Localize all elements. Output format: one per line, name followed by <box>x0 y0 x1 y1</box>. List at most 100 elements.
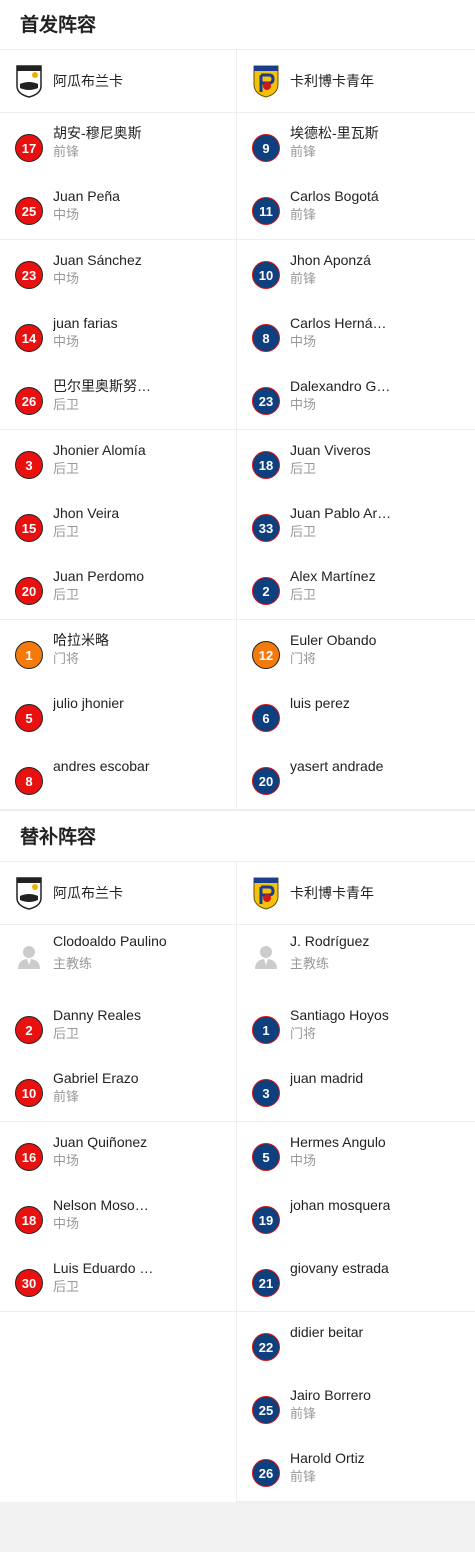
player-row[interactable]: 26 巴尔里奥斯努… 后卫 <box>0 366 236 430</box>
home-sub-list: 2 Danny Reales 后卫 10 Gabriel Erazo 前锋 16 Juan Q… <box>0 995 236 1312</box>
player-row[interactable]: 19 johan mosquera <box>237 1185 475 1248</box>
player-name: Gabriel Erazo <box>53 1070 139 1086</box>
player-row[interactable]: 25 Juan Peña 中场 <box>0 176 236 240</box>
player-name: Jhon Veira <box>53 505 120 521</box>
player-row[interactable]: 6 luis perez <box>237 683 475 746</box>
player-name: Juan Peña <box>53 188 120 204</box>
player-row[interactable]: 5 julio jhonier <box>0 683 236 746</box>
player-row[interactable]: 26 Harold Ortiz 前锋 <box>237 1438 475 1502</box>
player-name: Hermes Angulo <box>290 1134 386 1150</box>
player-row[interactable]: 5 Hermes Angulo 中场 <box>237 1122 475 1185</box>
player-position: 中场 <box>53 1217 80 1232</box>
home-sub-team-header[interactable]: 阿瓜布兰卡 <box>0 862 236 925</box>
substitutes-section: 替补阵容 阿瓜布兰卡 Clodoaldo Paulino 主教练 2 Danny … <box>0 810 475 1502</box>
jersey-number-badge: 5 <box>252 1143 280 1171</box>
player-name: julio jhonier <box>53 695 124 711</box>
player-name: yasert andrade <box>290 758 384 774</box>
jersey-number-badge: 33 <box>252 514 280 542</box>
jersey-number-badge: 5 <box>15 704 43 732</box>
player-position: 前锋 <box>53 1090 80 1105</box>
player-position: 后卫 <box>53 525 80 540</box>
player-name: Juan Sánchez <box>53 252 142 268</box>
jersey-number-badge: 19 <box>252 1206 280 1234</box>
player-name: andres escobar <box>53 758 150 774</box>
home-coach-row[interactable]: Clodoaldo Paulino 主教练 <box>0 925 236 995</box>
player-row[interactable]: 30 Luis Eduardo … 后卫 <box>0 1248 236 1312</box>
home-coach-role: 主教练 <box>53 957 93 972</box>
player-row[interactable]: 8 Carlos Herná… 中场 <box>237 303 475 366</box>
away-team-header[interactable]: 卡利博卡青年 <box>237 50 475 113</box>
substitutes-title: 替补阵容 <box>0 810 475 862</box>
jersey-number-badge: 20 <box>15 577 43 605</box>
substitutes-grid: 阿瓜布兰卡 Clodoaldo Paulino 主教练 2 Danny Reale… <box>0 862 475 1502</box>
player-position: 前锋 <box>53 145 80 160</box>
player-row[interactable]: 18 Nelson Moso… 中场 <box>0 1185 236 1248</box>
player-name: 哈拉米略 <box>53 632 109 648</box>
player-row[interactable]: 21 giovany estrada <box>237 1248 475 1312</box>
home-sub-team-name: 阿瓜布兰卡 <box>53 886 123 902</box>
jersey-number-badge: 16 <box>15 1143 43 1171</box>
player-name: Carlos Herná… <box>290 315 387 331</box>
player-name: Jairo Borrero <box>290 1387 371 1403</box>
player-position: 前锋 <box>290 272 317 287</box>
player-position: 中场 <box>290 398 317 413</box>
jersey-number-badge: 3 <box>252 1079 280 1107</box>
away-sub-team-header[interactable]: 卡利博卡青年 <box>237 862 475 925</box>
home-team-header[interactable]: 阿瓜布兰卡 <box>0 50 236 113</box>
starting-lineup-title: 首发阵容 <box>0 0 475 50</box>
jersey-number-badge: 6 <box>252 704 280 732</box>
player-row[interactable]: 9 埃德松-里瓦斯 前锋 <box>237 113 475 176</box>
away-team-name: 卡利博卡青年 <box>290 74 374 90</box>
player-row[interactable]: 12 Euler Obando 门将 <box>237 620 475 683</box>
player-row[interactable]: 2 Danny Reales 后卫 <box>0 995 236 1058</box>
player-row[interactable]: 33 Juan Pablo Ar… 后卫 <box>237 493 475 556</box>
player-row[interactable]: 25 Jairo Borrero 前锋 <box>237 1375 475 1438</box>
coach-avatar-icon <box>18 946 40 969</box>
jersey-number-badge: 10 <box>15 1079 43 1107</box>
player-row[interactable]: 16 Juan Quiñonez 中场 <box>0 1122 236 1185</box>
player-row[interactable]: 1 Santiago Hoyos 门将 <box>237 995 475 1058</box>
jersey-number-badge: 12 <box>252 641 280 669</box>
away-sub-list: 1 Santiago Hoyos 门将 3 juan madrid 5 Hermes Ang… <box>237 995 475 1502</box>
player-row[interactable]: 23 Juan Sánchez 中场 <box>0 240 236 303</box>
player-row[interactable]: 10 Gabriel Erazo 前锋 <box>0 1058 236 1122</box>
player-row[interactable]: 15 Jhon Veira 后卫 <box>0 493 236 556</box>
player-position: 后卫 <box>290 588 317 603</box>
player-row[interactable]: 20 Juan Perdomo 后卫 <box>0 556 236 620</box>
starting-lineup-grid: 阿瓜布兰卡 17 胡安-穆尼奥斯 前锋 25 Juan Peña 中场 23 Juan Sán… <box>0 50 475 810</box>
player-name: Nelson Moso… <box>53 1197 149 1213</box>
player-row[interactable]: 14 juan farias 中场 <box>0 303 236 366</box>
jersey-number-badge: 8 <box>252 324 280 352</box>
player-row[interactable]: 18 Juan Viveros 后卫 <box>237 430 475 493</box>
jersey-number-badge: 26 <box>252 1459 280 1487</box>
player-name: Santiago Hoyos <box>290 1007 389 1023</box>
player-name: 巴尔里奥斯努… <box>53 378 151 394</box>
player-row[interactable]: 20 yasert andrade <box>237 746 475 810</box>
player-position: 前锋 <box>290 145 317 160</box>
jersey-number-badge: 8 <box>15 767 43 795</box>
away-sub-column: 卡利博卡青年 J. Rodríguez 主教练 1 Santiago Hoyos 门… <box>237 862 475 1502</box>
player-row[interactable]: 8 andres escobar <box>0 746 236 810</box>
home-starting-list: 17 胡安-穆尼奥斯 前锋 25 Juan Peña 中场 23 Juan Sánchez 中场… <box>0 113 236 810</box>
player-row[interactable]: 10 Jhon Aponzá 前锋 <box>237 240 475 303</box>
away-coach-row[interactable]: J. Rodríguez 主教练 <box>237 925 475 995</box>
player-row[interactable]: 17 胡安-穆尼奥斯 前锋 <box>0 113 236 176</box>
away-coach-name: J. Rodríguez <box>290 933 370 949</box>
jersey-number-badge: 23 <box>252 387 280 415</box>
player-row[interactable]: 23 Dalexandro G… 中场 <box>237 366 475 430</box>
home-column: 阿瓜布兰卡 17 胡安-穆尼奥斯 前锋 25 Juan Peña 中场 23 Juan Sán… <box>0 50 237 810</box>
away-column: 卡利博卡青年 9 埃德松-里瓦斯 前锋 11 Carlos Bogotá 前锋 10 Jhon… <box>237 50 475 810</box>
jersey-number-badge: 25 <box>252 1396 280 1424</box>
jersey-number-badge: 3 <box>15 451 43 479</box>
player-position: 前锋 <box>290 1407 317 1422</box>
player-row[interactable]: 3 juan madrid <box>237 1058 475 1122</box>
player-row[interactable]: 1 哈拉米略 门将 <box>0 620 236 683</box>
player-name: Euler Obando <box>290 632 377 648</box>
player-row[interactable]: 22 didier beitar <box>237 1312 475 1375</box>
player-row[interactable]: 2 Alex Martínez 后卫 <box>237 556 475 620</box>
player-row[interactable]: 3 Jhonier Alomía 后卫 <box>0 430 236 493</box>
player-row[interactable]: 11 Carlos Bogotá 前锋 <box>237 176 475 240</box>
player-position: 中场 <box>53 272 80 287</box>
away-starting-list: 9 埃德松-里瓦斯 前锋 11 Carlos Bogotá 前锋 10 Jhon Aponzá… <box>237 113 475 810</box>
player-name: 埃德松-里瓦斯 <box>290 125 379 141</box>
